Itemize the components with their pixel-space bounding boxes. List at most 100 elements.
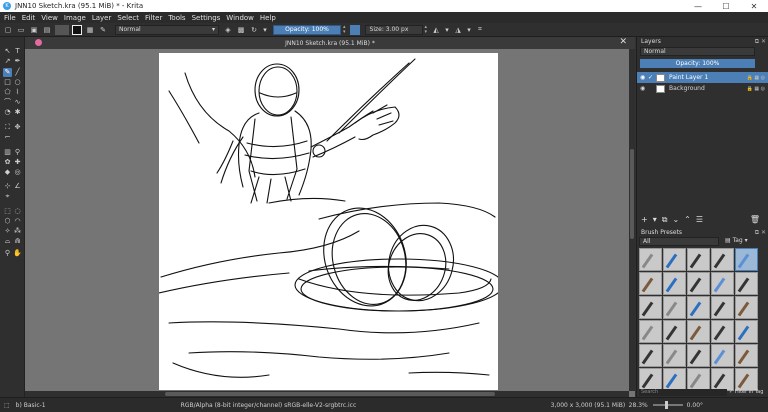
rect-select-icon[interactable]: ⬚ [3,207,12,216]
polyline-tool-icon[interactable]: ⌇ [13,88,22,97]
assistant-tool-icon[interactable]: ⊹ [3,182,12,191]
menu-layer[interactable]: Layer [92,14,112,22]
mirror-horizontal-icon[interactable]: ◭ [431,25,441,35]
brush-preset-tile[interactable] [735,296,758,319]
canvas-area[interactable]: JNN10 Sketch.kra (95.1 MiB) * ✕ [25,37,635,397]
brush-preset-tile[interactable] [639,320,662,343]
ellipse-tool-icon[interactable]: ○ [13,78,22,87]
brush-preset-tile[interactable] [711,320,734,343]
color-swatch-icon[interactable] [72,24,82,35]
brush-preset-tile[interactable] [663,248,686,271]
layer-opacity-slider[interactable]: Opacity: 100% [640,59,755,68]
zoom-tool-icon[interactable]: ⚲ [3,249,12,258]
move-layer-down-icon[interactable]: ⌄ [672,215,679,224]
color-picker-icon[interactable]: ⚲ [13,148,22,157]
chevron-down-icon[interactable]: ▾ [444,25,450,35]
brush-preset-tile[interactable] [663,272,686,295]
close-window-button[interactable]: ✕ [740,2,768,11]
select-shapes-icon[interactable]: ↖ [3,47,12,56]
brush-preset-tile[interactable] [639,296,662,319]
text-tool-icon[interactable]: T [13,47,22,56]
brush-preset-tile[interactable] [663,296,686,319]
calligraphy-icon[interactable]: ✒ [13,57,22,66]
menu-window[interactable]: Window [226,14,254,22]
canvas-sheet[interactable] [158,53,504,390]
brush-preset-tile[interactable] [639,368,662,391]
add-layer-icon[interactable]: + [641,215,648,224]
menu-image[interactable]: Image [64,14,86,22]
brush-preset-tile[interactable] [711,296,734,319]
open-document-icon[interactable]: ▭ [16,25,26,35]
preset-search-input[interactable]: Search [639,389,727,396]
brush-preset-tile[interactable] [687,296,710,319]
close-document-icon[interactable]: ✕ [619,37,627,47]
vertical-scrollbar[interactable] [629,49,635,391]
docker-float-close-icon[interactable]: ⧉ ✕ [755,38,766,46]
docker-float-close-icon[interactable]: ⧉ ✕ [755,229,766,237]
brush-preset-tile[interactable] [711,272,734,295]
colorize-mask-icon[interactable]: ✿ [3,158,12,167]
duplicate-layer-icon[interactable]: ⧉ [662,215,668,225]
zoom-slider-handle[interactable] [664,401,668,409]
opacity-slider[interactable]: Opacity: 100% [273,24,341,35]
layer-row-background[interactable]: ◉ Background 🔒 ▦ ◎ [637,83,768,94]
dynamic-brush-icon[interactable]: ◔ [3,108,12,117]
brush-preset-tile[interactable] [711,368,734,391]
opacity-spin-icon[interactable]: ▴ ▾ [343,24,346,35]
layer-check-icon[interactable]: ✓ [648,74,656,81]
layer-name[interactable]: Background [669,85,705,92]
brush-editor-icon[interactable]: ✎ [98,25,108,35]
visibility-eye-icon[interactable]: ◉ [640,85,648,92]
pan-tool-icon[interactable]: ✋ [13,249,22,258]
brush-preset-tile[interactable] [639,248,662,271]
enclose-fill-icon[interactable]: ◎ [13,168,22,177]
move-layer-up-icon[interactable]: ⌃ [684,215,691,224]
brush-preset-tile[interactable] [735,344,758,367]
chevron-down-icon[interactable]: ▾ [653,215,657,224]
menu-help[interactable]: Help [260,14,276,22]
layer-row-paint-layer-1[interactable]: ◉ ✓ Paint Layer 1 🔒 ▦ ◎ [637,72,768,83]
layer-blend-mode-select[interactable]: Normal [640,47,755,56]
mirror-vertical-icon[interactable]: ◮ [453,25,463,35]
horizontal-scroll-thumb[interactable] [165,392,495,396]
visibility-eye-icon[interactable]: ◉ [640,74,648,81]
rotation-label[interactable]: 0.00° [687,402,703,409]
gradient-icon[interactable]: ▤ [42,25,52,35]
brush-preset-tile[interactable] [663,320,686,343]
preserve-alpha-icon[interactable]: ▩ [236,25,246,35]
brush-preset-tile[interactable] [687,344,710,367]
reference-images-icon[interactable]: ⌖ [3,192,12,201]
brush-preset-tile[interactable] [735,320,758,343]
menu-filter[interactable]: Filter [145,14,162,22]
brush-preset-tile[interactable] [687,368,710,391]
gradient-tool-icon[interactable]: ▥ [3,148,12,157]
zoom-slider[interactable] [652,401,683,409]
brush-preset-tile[interactable] [711,344,734,367]
brush-preset-tile[interactable] [735,368,758,391]
brush-preset-tile[interactable] [687,248,710,271]
polygon-select-icon[interactable]: ⬡ [3,217,12,226]
menu-file[interactable]: File [4,14,16,22]
reload-preset-icon[interactable]: ↻ [249,25,259,35]
size-spin-icon[interactable]: ▴ ▾ [425,24,428,35]
crop-tool-icon[interactable]: ⌐ [3,133,12,142]
edit-shapes-icon[interactable]: ↗ [3,57,12,66]
tag-button[interactable]: ▤ Tag ▾ [725,237,748,244]
save-icon[interactable]: ▣ [29,25,39,35]
chevron-down-icon[interactable]: ▾ [262,25,268,35]
chevron-down-icon[interactable]: ▾ [466,25,472,35]
bezier-tool-icon[interactable]: ⌒ [3,98,12,107]
rectangle-tool-icon[interactable]: □ [3,78,12,87]
brush-preset-tile[interactable] [663,344,686,367]
minimize-button[interactable]: — [684,2,712,11]
ellipse-select-icon[interactable]: ◌ [13,207,22,216]
freehand-brush-icon[interactable]: ✎ [3,68,12,77]
line-tool-icon[interactable]: ╱ [13,68,22,77]
preset-filter-select[interactable]: All [639,237,719,246]
menu-settings[interactable]: Settings [192,14,221,22]
layer-name[interactable]: Paint Layer 1 [669,74,708,81]
brush-preset-tile[interactable] [687,320,710,343]
brush-preset-tile[interactable] [735,272,758,295]
freehand-select-icon[interactable]: ◠ [13,217,22,226]
bezier-select-icon[interactable]: ⌓ [3,237,12,246]
